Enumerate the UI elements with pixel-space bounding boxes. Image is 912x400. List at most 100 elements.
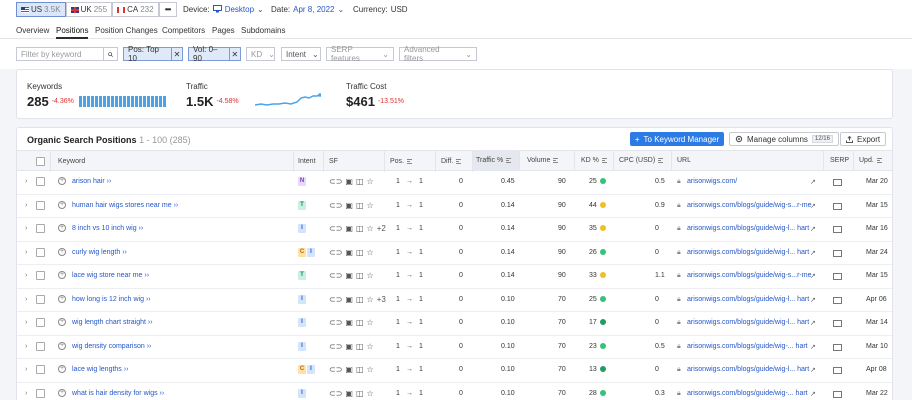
keyword-link[interactable]: curly wig length ›› bbox=[72, 249, 127, 256]
row-checkbox[interactable] bbox=[36, 271, 45, 280]
kd-dropdown[interactable]: KD ⌄ bbox=[246, 47, 275, 61]
add-keyword-icon[interactable]: + bbox=[58, 294, 66, 303]
volume-filter-chip[interactable]: Vol: 0–90 ✕ bbox=[188, 45, 241, 63]
database-us-button[interactable]: US 3.5K bbox=[16, 2, 66, 17]
external-link-icon[interactable]: ↗ bbox=[810, 249, 816, 257]
add-keyword-icon[interactable]: + bbox=[58, 341, 66, 350]
table-row[interactable]: › + arison hair ›› N ⊂⊃ ▣ ◫ ☆ 1 → 1 0 0.45 90 25 0.5 🔒︎ a… bbox=[17, 171, 892, 195]
row-checkbox[interactable] bbox=[36, 224, 45, 233]
chevron-right-icon[interactable]: › bbox=[25, 390, 27, 397]
serp-preview-icon[interactable] bbox=[833, 249, 842, 259]
serp-preview-icon[interactable] bbox=[833, 273, 842, 282]
device-selector[interactable]: Device: Desktop ⌄ bbox=[183, 5, 264, 14]
add-keyword-icon[interactable]: + bbox=[58, 365, 66, 373]
url-link[interactable]: arisonwigs.com/blogs/guide/wig-... hart bbox=[687, 390, 808, 397]
tab-overview[interactable]: Overview bbox=[16, 26, 49, 35]
url-link[interactable]: arisonwigs.com/blogs/guide/wig-l... hart bbox=[687, 319, 809, 326]
table-row[interactable]: › + what is hair density for wigs ›› I ⊂⊃ ▣ ◫ ☆… bbox=[17, 383, 892, 400]
close-icon[interactable]: ✕ bbox=[228, 48, 240, 60]
chevron-right-icon[interactable]: › bbox=[25, 343, 27, 350]
header-upd[interactable]: Upd. bbox=[859, 157, 882, 164]
serp-features-dropdown[interactable]: SERP features ⌄ bbox=[326, 45, 394, 63]
row-checkbox[interactable] bbox=[36, 294, 45, 304]
chevron-right-icon[interactable]: › bbox=[25, 272, 27, 279]
add-keyword-icon[interactable]: + bbox=[58, 200, 66, 209]
add-keyword-icon[interactable]: + bbox=[58, 388, 66, 397]
serp-preview-icon[interactable] bbox=[833, 390, 842, 400]
url-link[interactable]: arisonwigs.com/blogs/guide/wig-l... hart bbox=[687, 296, 809, 303]
external-link-icon[interactable]: ↗ bbox=[810, 178, 816, 186]
row-checkbox[interactable] bbox=[36, 388, 45, 398]
keyword-link[interactable]: arison hair ›› bbox=[72, 178, 111, 185]
add-keyword-icon[interactable]: + bbox=[58, 247, 66, 256]
row-checkbox[interactable] bbox=[36, 365, 45, 374]
external-link-icon[interactable]: ↗ bbox=[810, 319, 816, 327]
pos-filter-chip[interactable]: Pos: Top 10 ✕ bbox=[123, 45, 183, 63]
date-selector[interactable]: Date: Apr 8, 2022 ⌄ bbox=[271, 5, 344, 14]
header-volume[interactable]: Volume bbox=[527, 157, 559, 164]
add-keyword-icon[interactable]: + bbox=[58, 177, 66, 185]
row-checkbox[interactable] bbox=[36, 247, 45, 257]
chevron-right-icon[interactable]: › bbox=[25, 296, 27, 303]
add-keyword-icon[interactable]: + bbox=[58, 271, 66, 279]
manage-columns-button[interactable]: Manage columns 12/16 bbox=[729, 132, 839, 146]
keyword-link[interactable]: how long is 12 inch wig ›› bbox=[72, 296, 151, 303]
keyword-link[interactable]: lace wig store near me ›› bbox=[72, 272, 149, 279]
close-icon[interactable]: ✕ bbox=[170, 48, 182, 60]
keyword-link[interactable]: wig density comparison ›› bbox=[72, 343, 151, 350]
external-link-icon[interactable]: ↗ bbox=[810, 225, 816, 233]
advanced-filters-dropdown[interactable]: Advanced filters ⌄ bbox=[399, 45, 477, 63]
header-cpc[interactable]: CPC (USD) bbox=[619, 157, 664, 164]
header-serp[interactable]: SERP bbox=[830, 157, 849, 164]
url-link[interactable]: arisonwigs.com/blogs/guide/wig-s...r-me bbox=[687, 272, 812, 279]
table-row[interactable]: › + wig density comparison ›› I ⊂⊃ ▣ ◫ ☆ 1 → 1 0 0.1… bbox=[17, 336, 892, 359]
row-checkbox[interactable] bbox=[36, 341, 45, 351]
row-checkbox[interactable] bbox=[36, 318, 45, 327]
table-row[interactable]: › + how long is 12 inch wig ›› I ⊂⊃ ▣ ◫ ☆ +3 1 → 1 0… bbox=[17, 289, 892, 312]
keyword-link[interactable]: what is hair density for wigs ›› bbox=[72, 390, 164, 397]
url-link[interactable]: arisonwigs.com/blogs/guide/wig-l... hart bbox=[687, 249, 809, 256]
table-row[interactable]: › + curly wig length ›› C I ⊂⊃ ▣ ◫ ☆ 1 → 1 0 0.14 90 26… bbox=[17, 242, 892, 265]
intent-dropdown[interactable]: Intent ⌄ bbox=[281, 47, 321, 61]
chevron-right-icon[interactable]: › bbox=[25, 319, 27, 326]
chevron-right-icon[interactable]: › bbox=[25, 249, 27, 256]
external-link-icon[interactable]: ↗ bbox=[810, 272, 816, 280]
url-link[interactable]: arisonwigs.com/blogs/guide/wig-... hart bbox=[687, 343, 808, 350]
chevron-right-icon[interactable]: › bbox=[25, 178, 27, 185]
add-keyword-icon[interactable]: + bbox=[58, 224, 66, 232]
table-row[interactable]: › + lace wig store near me ›› T ⊂⊃ ▣ ◫ ☆ 1 → 1 0 0.1… bbox=[17, 265, 892, 289]
url-link[interactable]: arisonwigs.com/blogs/guide/wig-s...r-me bbox=[687, 202, 812, 209]
to-keyword-manager-button[interactable]: + To Keyword Manager bbox=[630, 132, 724, 146]
external-link-icon[interactable]: ↗ bbox=[810, 366, 816, 374]
keyword-link[interactable]: lace wig lengths ›› bbox=[72, 366, 128, 373]
serp-preview-icon[interactable] bbox=[833, 343, 842, 353]
keyword-link[interactable]: human hair wigs stores near me ›› bbox=[72, 202, 178, 209]
table-row[interactable]: › + wig length chart straight ›› I ⊂⊃ ▣ ◫ ☆ 1 → 1 0… bbox=[17, 312, 892, 336]
serp-preview-icon[interactable] bbox=[833, 320, 842, 329]
external-link-icon[interactable]: ↗ bbox=[810, 390, 816, 398]
external-link-icon[interactable]: ↗ bbox=[810, 343, 816, 351]
table-row[interactable]: › + human hair wigs stores near me ›› T ⊂⊃ ▣ ◫… bbox=[17, 195, 892, 218]
keyword-link[interactable]: 8 inch vs 10 inch wig ›› bbox=[72, 225, 143, 232]
table-row[interactable]: › +8 inch vs 10 inch wig ›› I ⊂⊃ ▣ ◫ ☆ +2 1 → 1 0 0.… bbox=[17, 218, 892, 242]
url-link[interactable]: arisonwigs.com/ bbox=[687, 178, 737, 185]
keyword-filter-input[interactable]: Filter by keyword bbox=[16, 47, 104, 61]
url-link[interactable]: arisonwigs.com/blogs/guide/wig-l... hart bbox=[687, 225, 809, 232]
external-link-icon[interactable]: ↗ bbox=[810, 296, 816, 304]
table-row[interactable]: › + lace wig lengths ›› C I ⊂⊃ ▣ ◫ ☆ 1 → 1 0 0.10 70 13… bbox=[17, 359, 892, 383]
row-checkbox[interactable] bbox=[36, 200, 45, 210]
tab-pages[interactable]: Pages bbox=[212, 26, 235, 35]
more-databases-button[interactable]: ••• bbox=[158, 2, 177, 17]
header-kd[interactable]: KD % bbox=[581, 157, 607, 164]
tab-subdomains[interactable]: Subdomains bbox=[241, 26, 285, 35]
search-button[interactable] bbox=[103, 47, 118, 61]
serp-preview-icon[interactable] bbox=[833, 179, 842, 188]
export-button[interactable]: Export bbox=[840, 132, 887, 146]
tab-competitors[interactable]: Competitors bbox=[162, 26, 205, 35]
serp-preview-icon[interactable] bbox=[833, 202, 842, 212]
tab-positions[interactable]: Positions bbox=[56, 26, 89, 39]
row-checkbox[interactable] bbox=[36, 177, 45, 186]
add-keyword-icon[interactable]: + bbox=[58, 318, 66, 326]
serp-preview-icon[interactable] bbox=[833, 226, 842, 235]
serp-preview-icon[interactable] bbox=[833, 296, 842, 306]
